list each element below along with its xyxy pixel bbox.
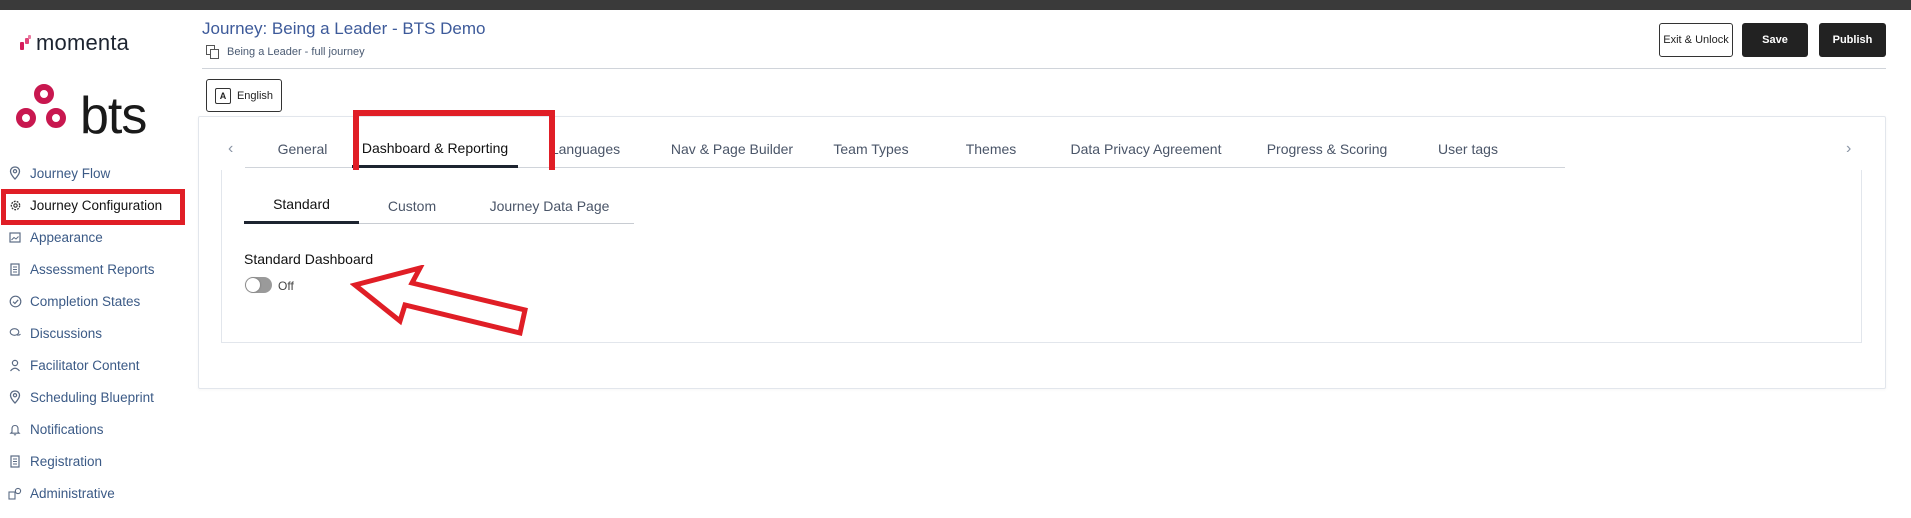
sidebar-item-assessment-reports[interactable]: Assessment Reports <box>0 253 195 285</box>
bell-icon <box>8 422 22 436</box>
tab-user-tags[interactable]: User tags <box>1413 130 1523 168</box>
sidebar-item-facilitator-content[interactable]: Facilitator Content <box>0 349 195 381</box>
image-icon <box>8 230 22 244</box>
admin-icon <box>8 486 22 500</box>
sidebar-item-label: Registration <box>30 453 103 469</box>
bts-logo-mark <box>16 84 76 146</box>
sidebar-item-completion-states[interactable]: Completion States <box>0 285 195 317</box>
subtab-standard[interactable]: Standard <box>244 187 359 224</box>
window-top-bar <box>0 0 1911 10</box>
sidebar-item-administrative[interactable]: Administrative <box>0 477 195 509</box>
toggle-knob <box>246 278 260 292</box>
bts-logo: bts <box>16 84 147 146</box>
subtitle-text: Being a Leader - full journey <box>227 46 365 58</box>
user-icon <box>8 358 22 372</box>
copy-icon[interactable] <box>206 45 219 59</box>
sidebar-item-registration[interactable]: Registration <box>0 445 195 477</box>
sidebar-item-journey-flow[interactable]: Journey Flow <box>0 157 195 189</box>
tab-data-privacy-agreement[interactable]: Data Privacy Agreement <box>1051 130 1241 168</box>
momenta-logo[interactable]: momenta <box>18 30 129 56</box>
check-circle-icon <box>8 294 22 308</box>
annotation-arrow-icon <box>350 265 528 337</box>
annotation-highlight-tab <box>353 110 555 178</box>
subtab-custom[interactable]: Custom <box>359 187 465 224</box>
tab-themes[interactable]: Themes <box>931 130 1051 168</box>
sidebar-item-scheduling-blueprint[interactable]: Scheduling Blueprint <box>0 381 195 413</box>
sidebar-item-label: Appearance <box>30 229 103 245</box>
map-pin-icon <box>8 390 22 404</box>
translate-icon: A <box>214 87 231 104</box>
map-pin-icon <box>8 166 22 180</box>
subtab-journey-data-page[interactable]: Journey Data Page <box>465 187 634 224</box>
document-icon <box>8 454 22 468</box>
sidebar-item-label: Scheduling Blueprint <box>30 389 154 405</box>
tab-general[interactable]: General <box>245 130 352 168</box>
document-icon <box>8 262 22 276</box>
sidebar-item-label: Completion States <box>30 293 141 309</box>
page-subtitle: Being a Leader - full journey <box>206 45 365 59</box>
sidebar-item-notifications[interactable]: Notifications <box>0 413 195 445</box>
momenta-logo-text: momenta <box>36 30 130 55</box>
sidebar-item-label: Discussions <box>30 325 103 341</box>
annotation-highlight-sidebar <box>1 189 185 225</box>
save-button[interactable]: Save <box>1742 23 1808 57</box>
language-button[interactable]: A English <box>206 79 282 112</box>
exit-unlock-button[interactable]: Exit & Unlock <box>1659 23 1733 57</box>
tab-team-types[interactable]: Team Types <box>811 130 931 168</box>
sidebar-item-label: Administrative <box>30 485 115 501</box>
chat-icon <box>8 326 22 340</box>
momenta-logo-mark <box>18 34 32 52</box>
bts-logo-text: bts <box>80 87 147 145</box>
sidebar-item-label: Notifications <box>30 421 104 437</box>
tab-nav-page-builder[interactable]: Nav & Page Builder <box>653 130 811 168</box>
page-title: Journey: Being a Leader - BTS Demo <box>202 19 486 38</box>
sidebar-item-label: Assessment Reports <box>30 261 155 277</box>
sidebar-item-label: Journey Flow <box>30 165 111 181</box>
chevron-right-icon[interactable]: › <box>1846 140 1851 158</box>
sidebar-item-appearance[interactable]: Appearance <box>0 221 195 253</box>
standard-dashboard-toggle[interactable] <box>245 277 272 293</box>
dashboard-subtabs: Standard Custom Journey Data Page <box>244 187 634 224</box>
tab-progress-scoring[interactable]: Progress & Scoring <box>1241 130 1413 168</box>
language-label: English <box>236 89 274 102</box>
sidebar-item-discussions[interactable]: Discussions <box>0 317 195 349</box>
sidebar-item-label: Facilitator Content <box>30 357 140 373</box>
chevron-left-icon[interactable]: ‹ <box>228 140 233 158</box>
toggle-state-label: Off <box>278 279 294 293</box>
header-divider <box>202 68 1886 69</box>
publish-button[interactable]: Publish <box>1819 23 1886 57</box>
